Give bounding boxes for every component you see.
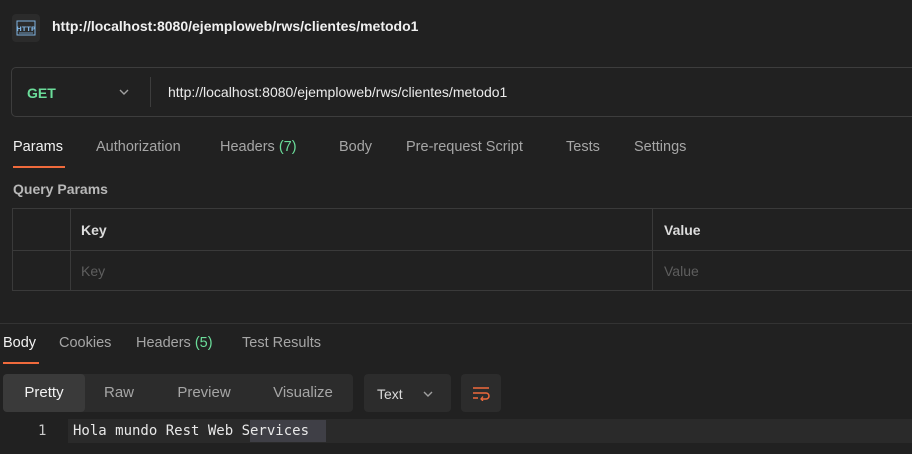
column-header-value: Value	[664, 222, 701, 238]
tab-body[interactable]: Body	[339, 139, 372, 155]
value-input[interactable]: Value	[664, 263, 699, 279]
request-title-bar: HTTP http://localhost:8080/ejemploweb/rw…	[0, 0, 912, 54]
postman-request-window: HTTP http://localhost:8080/ejemploweb/rw…	[0, 0, 912, 454]
headers-count: (7)	[278, 139, 297, 155]
format-pretty-button[interactable]: Pretty	[3, 374, 85, 412]
chevron-down-icon	[423, 391, 433, 397]
column-header-key: Key	[81, 222, 107, 238]
tab-headers[interactable]: Headers (7)	[220, 139, 297, 155]
response-pane-divider[interactable]	[0, 323, 912, 324]
wrap-lines-button[interactable]	[461, 374, 501, 412]
active-tab-indicator	[13, 166, 65, 168]
response-headers-count: (5)	[194, 335, 213, 351]
tab-tests[interactable]: Tests	[566, 139, 600, 155]
url-bar: GET http://localhost:8080/ejemploweb/rws…	[11, 67, 912, 117]
body-type-label: Text	[377, 386, 403, 402]
url-divider	[150, 77, 151, 107]
query-params-table: Key Value Key Value	[12, 208, 912, 291]
table-row: Key Value	[13, 250, 912, 291]
tab-response-headers[interactable]: Headers (5)	[136, 335, 213, 351]
response-body-line: 1 Hola mundo Rest Web Services	[0, 419, 912, 443]
body-type-select[interactable]: Text	[364, 374, 451, 412]
query-params-label: Query Params	[13, 181, 108, 197]
tab-test-results[interactable]: Test Results	[242, 335, 321, 351]
svg-text:HTTP: HTTP	[16, 25, 35, 33]
key-input[interactable]: Key	[81, 263, 105, 279]
format-preview-button[interactable]: Preview	[161, 374, 247, 412]
method-select[interactable]: GET	[27, 85, 56, 101]
response-body-text[interactable]: Hola mundo Rest Web Services	[73, 423, 309, 439]
format-toggle-group: Pretty Raw Preview Visualize	[3, 374, 353, 412]
tab-response-headers-label: Headers	[136, 335, 191, 351]
line-number: 1	[38, 423, 47, 439]
tab-authorization[interactable]: Authorization	[96, 139, 181, 155]
format-raw-button[interactable]: Raw	[89, 374, 149, 412]
http-icon: HTTP	[12, 14, 40, 42]
table-header-row: Key Value	[13, 209, 912, 251]
url-input[interactable]: http://localhost:8080/ejemploweb/rws/cli…	[168, 84, 507, 100]
tab-response-body[interactable]: Body	[3, 335, 36, 351]
request-title[interactable]: http://localhost:8080/ejemploweb/rws/cli…	[52, 18, 418, 34]
chevron-down-icon[interactable]	[118, 86, 130, 98]
wrap-lines-icon	[473, 387, 490, 401]
tab-settings[interactable]: Settings	[634, 139, 686, 155]
active-tab-indicator	[3, 362, 39, 364]
tab-cookies[interactable]: Cookies	[59, 335, 111, 351]
tab-headers-label: Headers	[220, 139, 275, 155]
tab-prerequest-script[interactable]: Pre-request Script	[406, 139, 523, 155]
tab-params[interactable]: Params	[13, 139, 63, 155]
format-visualize-button[interactable]: Visualize	[257, 374, 349, 412]
